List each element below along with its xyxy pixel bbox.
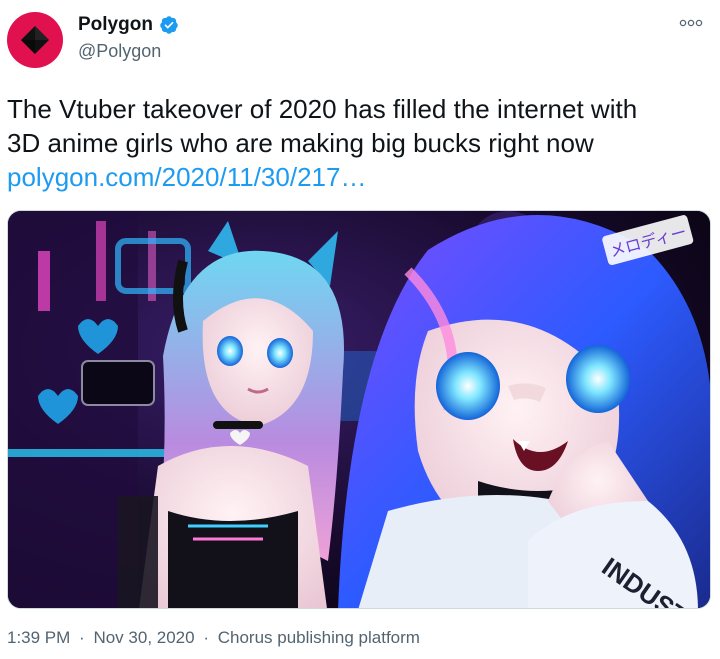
avatar[interactable] <box>7 12 63 68</box>
polygon-logo-icon <box>21 26 49 54</box>
meta-separator: · <box>79 628 85 647</box>
more-options-icon <box>679 19 703 27</box>
tweet-source[interactable]: Chorus publishing platform <box>218 628 420 647</box>
tweet-metadata: 1:39 PM · Nov 30, 2020 · Chorus publishi… <box>7 628 424 648</box>
verified-badge-icon <box>159 15 179 35</box>
tweet-text-line: The Vtuber takeover of 2020 has filled t… <box>7 94 638 124</box>
meta-separator: · <box>203 628 209 647</box>
tweet-time[interactable]: 1:39 PM <box>7 628 70 647</box>
tweet-date[interactable]: Nov 30, 2020 <box>93 628 194 647</box>
tweet-text-line: 3D anime girls who are making big bucks … <box>7 128 594 158</box>
handle[interactable]: @Polygon <box>78 41 161 62</box>
name-row: Polygon <box>78 14 179 36</box>
more-options-button[interactable] <box>676 12 706 34</box>
tweet-media-image[interactable]: INDUSTRIES メロディー <box>7 210 711 609</box>
display-name[interactable]: Polygon <box>78 14 153 36</box>
article-link[interactable]: polygon.com/2020/11/30/217… <box>7 160 366 194</box>
anime-vtuber-illustration: INDUSTRIES メロディー <box>8 211 710 608</box>
tweet-text: The Vtuber takeover of 2020 has filled t… <box>7 92 711 160</box>
tweet: Polygon @Polygon The Vtuber takeover of … <box>0 0 720 659</box>
